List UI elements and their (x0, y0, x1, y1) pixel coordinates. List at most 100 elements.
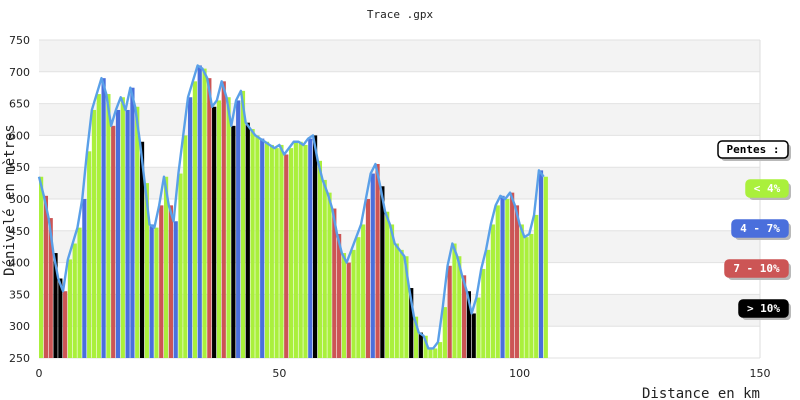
elevation-segment (442, 307, 447, 358)
elevation-segment (178, 173, 183, 358)
legend-label: Pentes : (727, 143, 780, 156)
legend-label: 7 - 10% (733, 262, 780, 275)
elevation-segment (168, 205, 173, 358)
elevation-segment (322, 179, 327, 358)
y-tick-label: 350 (9, 288, 30, 301)
elevation-segment (505, 199, 510, 358)
elevation-segment (96, 94, 101, 358)
elevation-segment (380, 186, 385, 358)
legend-entry: < 4% (745, 179, 791, 200)
elevation-chart: Trace .gpx 25030035040045050055060065070… (2, 8, 791, 400)
plot-band (39, 40, 760, 72)
elevation-segment (279, 144, 284, 358)
plot-band (39, 71, 760, 104)
elevation-segment (288, 148, 294, 358)
elevation-segment (260, 138, 265, 358)
elevation-segment (207, 78, 212, 358)
elevation-segment (356, 237, 361, 358)
elevation-segment (399, 249, 404, 358)
elevation-segment (433, 348, 438, 358)
elevation-segment (120, 97, 125, 359)
elevation-segment (255, 135, 260, 358)
elevation-segment (437, 342, 443, 358)
elevation-segment (87, 151, 92, 358)
elevation-segment (327, 192, 332, 358)
elevation-segment (471, 313, 476, 358)
elevation-segment (202, 68, 207, 359)
elevation-segment (197, 65, 202, 358)
elevation-segment (106, 94, 111, 358)
elevation-segment (212, 106, 217, 358)
elevation-segment (77, 227, 82, 358)
elevation-segment (250, 129, 255, 358)
y-tick-label: 650 (9, 98, 30, 111)
elevation-segment (130, 87, 135, 358)
elevation-segment (284, 154, 289, 358)
y-tick-label: 250 (9, 352, 30, 365)
elevation-segment (91, 109, 97, 359)
elevation-segment (308, 138, 313, 358)
elevation-segment (486, 249, 491, 358)
x-tick-label: 100 (509, 367, 530, 380)
elevation-segment (274, 148, 279, 358)
elevation-segment (514, 205, 520, 358)
y-tick-label: 300 (9, 320, 30, 333)
elevation-segment (245, 122, 250, 359)
x-axis-title: Distance en km (642, 386, 760, 400)
y-tick-label: 700 (9, 66, 30, 79)
elevation-segment (39, 176, 44, 358)
elevation-segment (389, 224, 395, 358)
elevation-segment (231, 125, 236, 358)
elevation-segment (154, 227, 159, 358)
elevation-segment (385, 211, 390, 358)
elevation-segment (188, 97, 193, 359)
elevation-segment (543, 176, 548, 358)
elevation-segment (240, 90, 246, 358)
elevation-segment (500, 195, 505, 358)
elevation-segment (183, 135, 188, 358)
elevation-segment (370, 173, 375, 358)
legend-label: > 10% (747, 302, 780, 315)
elevation-segment (221, 81, 226, 358)
elevation-segment (226, 97, 231, 359)
elevation-segment (375, 164, 380, 358)
legend-label: 4 - 7% (740, 222, 780, 235)
elevation-segment (490, 224, 496, 358)
elevation-segment (538, 170, 544, 358)
x-tick-label: 0 (36, 367, 43, 380)
elevation-segment (452, 243, 457, 358)
legend-entry: > 10% (738, 299, 791, 320)
elevation-segment (264, 141, 270, 358)
elevation-segment (173, 221, 178, 358)
legend-entry: 7 - 10% (724, 259, 791, 280)
elevation-segment (365, 199, 371, 358)
elevation-segment (351, 249, 356, 358)
plot-band (39, 135, 760, 168)
elevation-segment (361, 224, 366, 358)
elevation-segment (72, 243, 77, 358)
elevation-segment (298, 141, 303, 358)
elevation-segment (346, 262, 351, 358)
elevation-segment (67, 259, 73, 358)
elevation-segment (135, 106, 140, 358)
elevation-segment (529, 233, 534, 358)
chart-title: Trace .gpx (367, 8, 434, 21)
elevation-segment (418, 332, 423, 358)
elevation-segment (293, 141, 298, 358)
elevation-segment (149, 224, 154, 358)
legend-title: Pentes : (717, 140, 791, 161)
elevation-segment (82, 199, 87, 358)
y-axis-title: Dénivelé en mètres (2, 124, 18, 276)
elevation-segment (216, 100, 222, 359)
elevation-segment (510, 192, 515, 358)
elevation-segment (43, 195, 49, 358)
elevation-segment (111, 125, 116, 358)
elevation-segment (312, 135, 318, 358)
elevation-segment (519, 224, 524, 358)
elevation-segment (236, 100, 241, 359)
elevation-segment (447, 265, 452, 358)
legend-entry: 4 - 7% (731, 219, 791, 240)
x-tick-label: 50 (272, 367, 286, 380)
elevation-segment (481, 268, 486, 358)
elevation-segment (192, 81, 198, 358)
